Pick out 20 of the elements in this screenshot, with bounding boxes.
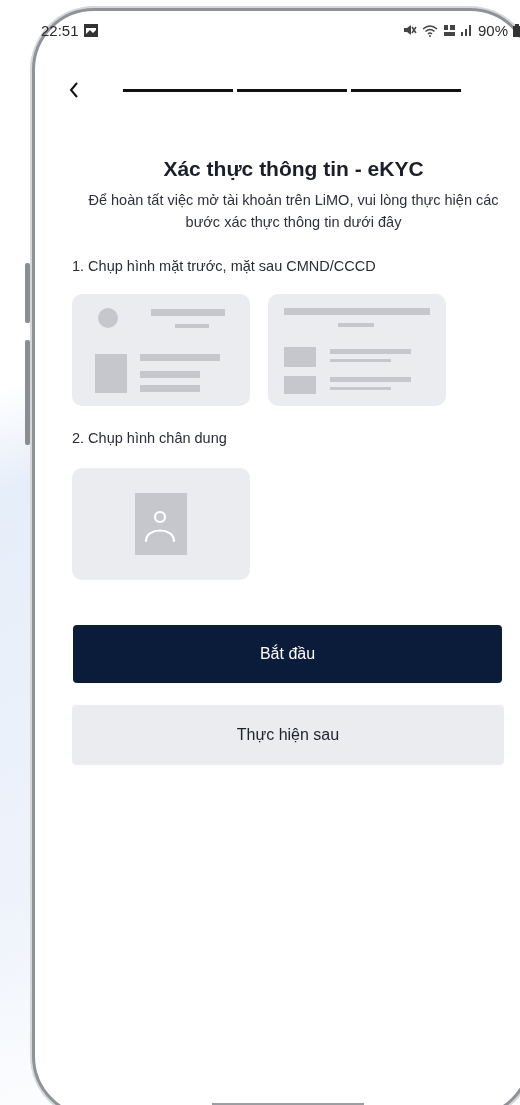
image-icon [83, 23, 98, 37]
battery-percentage: 90% [477, 21, 508, 39]
mute-icon [402, 24, 417, 36]
section-label: 2. Chụp hình chân dung [72, 430, 228, 446]
status-time: 22:51 [41, 21, 79, 39]
later-button[interactable]: Thực hiện sau [72, 705, 504, 765]
signal-icon [460, 24, 473, 36]
wifi-icon [421, 23, 438, 37]
page-title: Xác thực thông tin - eKYC [162, 157, 425, 181]
section-label: 1. Chụp hình mặt trước, mặt sau CMND/CCCD [72, 258, 377, 274]
capture-card[interactable] [268, 294, 446, 406]
capture-card[interactable] [72, 294, 250, 406]
page-description: Để hoàn tất việc mở tài khoản trên LiMO, vui lòng thực hiện các bước xác thực thông tin dưới đây [87, 191, 500, 232]
battery-icon [513, 23, 520, 37]
back-icon [69, 82, 79, 98]
back-button[interactable] [69, 82, 79, 98]
capture-card[interactable] [72, 468, 250, 580]
mobile-data-icon [442, 23, 456, 37]
portrait-placeholder-icon [135, 493, 187, 555]
start-button[interactable]: Bắt đầu [73, 625, 502, 683]
